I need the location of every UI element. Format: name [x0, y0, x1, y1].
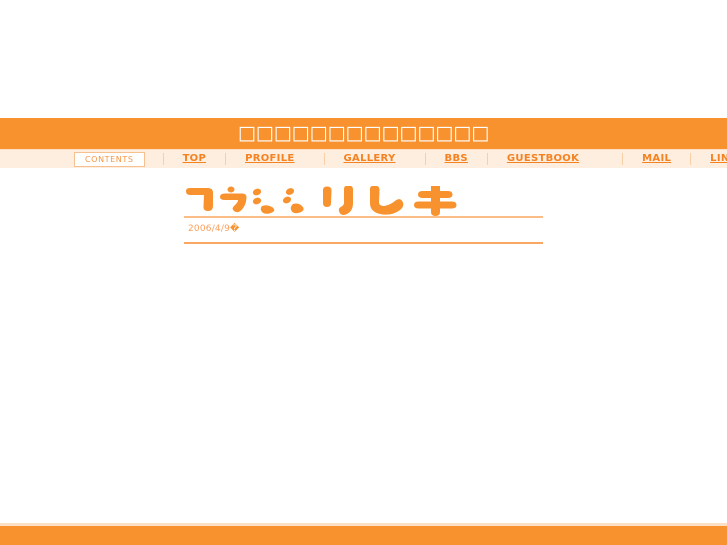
- nav-contents-button[interactable]: CONTENTS: [74, 151, 145, 167]
- nav-item-top[interactable]: TOP: [183, 153, 207, 165]
- nav-divider: [690, 153, 692, 165]
- main-content: コウシンリレキ 2006/4/9�: [0, 168, 727, 508]
- update-history-heading-image: コウシンリレキ: [186, 186, 457, 216]
- nav-item-guestbook[interactable]: GUESTBOOK: [507, 153, 579, 165]
- entry-date-row: 2006/4/9�: [184, 218, 727, 242]
- nav-divider: [323, 153, 325, 165]
- site-header: □□□□□□□□□□□□□□: [0, 118, 727, 149]
- nav-item-bbs[interactable]: BBS: [445, 153, 468, 165]
- top-whitespace: [0, 0, 727, 118]
- page-title: □□□□□□□□□□□□□□: [237, 122, 490, 144]
- main-navigation: CONTENTS TOP PROFILE GALLERY BBS GUESTBO…: [0, 149, 727, 168]
- nav-divider: [225, 153, 227, 165]
- nav-item-mail[interactable]: MAIL: [642, 153, 671, 165]
- nav-divider: [486, 153, 488, 165]
- entry-rule: [184, 242, 543, 244]
- footer-bar: [0, 526, 727, 545]
- nav-item-gallery[interactable]: GALLERY: [344, 153, 396, 165]
- nav-divider: [162, 153, 164, 165]
- nav-divider: [424, 153, 426, 165]
- site-footer: [0, 523, 727, 545]
- nav-item-profile[interactable]: PROFILE: [245, 153, 294, 165]
- nav-item-links[interactable]: LINKS: [710, 153, 727, 165]
- entry-date-text: 2006/4/9: [188, 224, 231, 234]
- entry-missing-glyph: �: [230, 224, 240, 234]
- nav-divider: [622, 153, 624, 165]
